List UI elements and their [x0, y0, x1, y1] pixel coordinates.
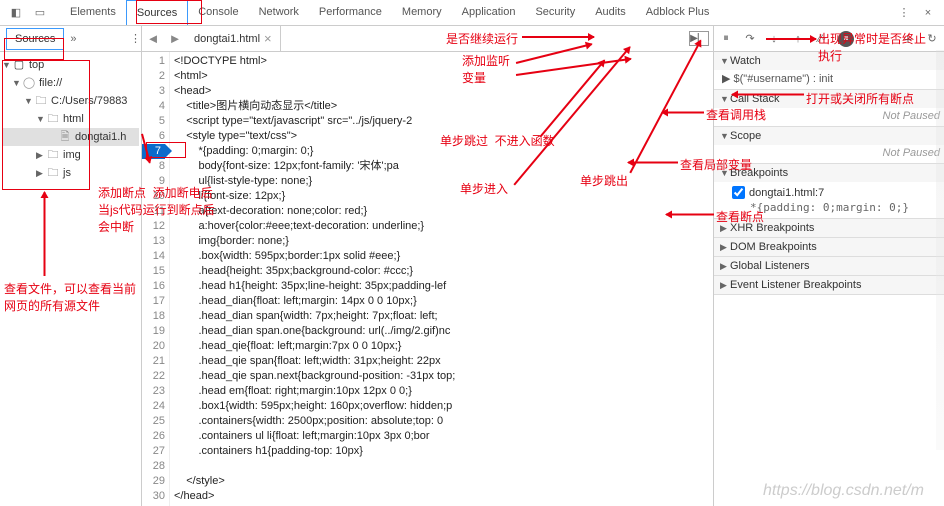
devtools-topbar: ◧ ▭ Elements Sources Console Network Per…: [0, 0, 944, 26]
add-watch-icon[interactable]: +: [900, 31, 916, 47]
step-out-icon[interactable]: ↑: [790, 31, 806, 47]
file-tab-label: dongtai1.html: [194, 33, 260, 45]
pause-resume-icon[interactable]: ⏸: [718, 31, 734, 47]
callstack-header[interactable]: ▼Call Stack: [714, 90, 944, 108]
breakpoints-title: Breakpoints: [730, 167, 788, 179]
debugger-panel: ⏸ ↷ ↓ ↑ ⁄⁄◦ ⏸ + ↻ ▼Watch ▶ $("#username"…: [714, 26, 944, 506]
scope-panel: ▼Scope Not Paused: [714, 127, 944, 164]
sidebar-tab-sources[interactable]: Sources: [6, 28, 64, 50]
tree-top-label: top: [29, 56, 44, 74]
xhr-bp-header[interactable]: ▶XHR Breakpoints: [714, 219, 944, 237]
tab-application[interactable]: Application: [452, 0, 526, 25]
watch-header[interactable]: ▼Watch: [714, 52, 944, 70]
sidebar-more-icon[interactable]: »: [70, 33, 76, 45]
watch-item-text: $("#username") : init: [734, 73, 834, 85]
inspect-icon[interactable]: ◧: [6, 3, 26, 23]
scrollbar[interactable]: [936, 50, 944, 450]
editor-panel: ◄ ► dongtai1.html × ▶⎸ 12345678910111213…: [142, 26, 714, 506]
tree-file-selected[interactable]: 🗎dongtai1.h: [2, 128, 139, 146]
main-area: Sources » ⋮ ▼▢top ▼◯file:// ▼🗀C:/Users/7…: [0, 26, 944, 506]
callstack-panel: ▼Call Stack Not Paused: [714, 90, 944, 127]
callstack-status: Not Paused: [883, 110, 940, 122]
breakpoint-label: dongtai1.html:7: [749, 187, 824, 199]
file-tabs: ◄ ► dongtai1.html × ▶⎸: [142, 26, 713, 52]
dom-bp-header[interactable]: ▶DOM Breakpoints: [714, 238, 944, 256]
watch-panel: ▼Watch ▶ $("#username") : init: [714, 52, 944, 90]
sidebar: Sources » ⋮ ▼▢top ▼◯file:// ▼🗀C:/Users/7…: [0, 26, 142, 506]
tab-adblock[interactable]: Adblock Plus: [636, 0, 720, 25]
tree-top[interactable]: ▼▢top: [2, 56, 139, 74]
code-content[interactable]: <!DOCTYPE html><html><head> <title>图片横向动…: [170, 52, 713, 506]
tree-folder-js[interactable]: ▶🗀js: [2, 164, 139, 182]
global-listeners-panel: ▶Global Listeners: [714, 257, 944, 276]
scope-status: Not Paused: [883, 147, 940, 159]
more-icon[interactable]: ⋮: [894, 3, 914, 23]
pause-exceptions-icon[interactable]: ⏸: [838, 31, 854, 47]
tree-folder-html[interactable]: ▼🗀html: [2, 110, 139, 128]
tree-origin[interactable]: ▼◯file://: [2, 74, 139, 92]
deactivate-bp-icon[interactable]: ⁄⁄◦: [814, 31, 830, 47]
tab-elements[interactable]: Elements: [60, 0, 126, 25]
line-gutter[interactable]: 1234567891011121314151617181920212223242…: [142, 52, 170, 506]
tree-path-label: C:/Users/79883: [51, 92, 127, 110]
tab-console[interactable]: Console: [188, 0, 248, 25]
sidebar-tabs: Sources » ⋮: [0, 26, 141, 52]
tree-js-label: js: [63, 164, 71, 182]
breakpoints-panel: ▼Breakpoints dongtai1.html:7 *{padding: …: [714, 164, 944, 219]
xhr-bp-panel: ▶XHR Breakpoints: [714, 219, 944, 238]
tab-network[interactable]: Network: [249, 0, 309, 25]
event-bp-header[interactable]: ▶Event Listener Breakpoints: [714, 276, 944, 294]
step-into-icon[interactable]: ↓: [766, 31, 782, 47]
breakpoint-checkbox[interactable]: [732, 186, 745, 199]
step-over-icon[interactable]: ↷: [742, 31, 758, 47]
refresh-watch-icon[interactable]: ↻: [924, 31, 940, 47]
panel-tabs: Elements Sources Console Network Perform…: [60, 0, 892, 25]
file-tab-close-icon[interactable]: ×: [264, 31, 272, 46]
event-bp-title: Event Listener Breakpoints: [730, 279, 861, 291]
breakpoint-code: *{padding: 0;margin: 0;}: [732, 201, 940, 214]
tab-security[interactable]: Security: [525, 0, 585, 25]
scope-title: Scope: [730, 130, 761, 142]
dom-bp-panel: ▶DOM Breakpoints: [714, 238, 944, 257]
code-area: 1234567891011121314151617181920212223242…: [142, 52, 713, 506]
dom-bp-title: DOM Breakpoints: [730, 241, 817, 253]
tab-audits[interactable]: Audits: [585, 0, 636, 25]
watch-item[interactable]: ▶ $("#username") : init: [714, 70, 944, 89]
close-icon[interactable]: ×: [918, 3, 938, 23]
file-tab[interactable]: dongtai1.html ×: [186, 26, 281, 51]
watch-title: Watch: [730, 55, 761, 67]
file-tree: ▼▢top ▼◯file:// ▼🗀C:/Users/79883 ▼🗀html …: [0, 52, 141, 186]
breakpoints-header[interactable]: ▼Breakpoints: [714, 164, 944, 182]
tree-html-label: html: [63, 110, 84, 128]
tab-memory[interactable]: Memory: [392, 0, 452, 25]
xhr-bp-title: XHR Breakpoints: [730, 222, 814, 234]
global-listeners-header[interactable]: ▶Global Listeners: [714, 257, 944, 275]
callstack-title: Call Stack: [730, 93, 780, 105]
device-icon[interactable]: ▭: [30, 3, 50, 23]
tree-img-label: img: [63, 146, 81, 164]
sidebar-menu-icon[interactable]: ⋮: [130, 32, 141, 45]
nav-back-icon[interactable]: ◄: [142, 31, 164, 46]
scope-header[interactable]: ▼Scope: [714, 127, 944, 145]
nav-fwd-icon[interactable]: ►: [164, 31, 186, 46]
tab-performance[interactable]: Performance: [309, 0, 392, 25]
tree-file-label: dongtai1.h: [75, 128, 126, 146]
tab-sources[interactable]: Sources: [126, 0, 188, 25]
event-bp-panel: ▶Event Listener Breakpoints: [714, 276, 944, 295]
tree-path[interactable]: ▼🗀C:/Users/79883: [2, 92, 139, 110]
breakpoint-item[interactable]: dongtai1.html:7: [732, 184, 940, 201]
global-listeners-title: Global Listeners: [730, 260, 810, 272]
tree-origin-label: file://: [39, 74, 62, 92]
debugger-toolbar: ⏸ ↷ ↓ ↑ ⁄⁄◦ ⏸ + ↻: [714, 26, 944, 52]
toggle-debugger-icon[interactable]: ▶⎸: [689, 31, 709, 46]
tree-folder-img[interactable]: ▶🗀img: [2, 146, 139, 164]
